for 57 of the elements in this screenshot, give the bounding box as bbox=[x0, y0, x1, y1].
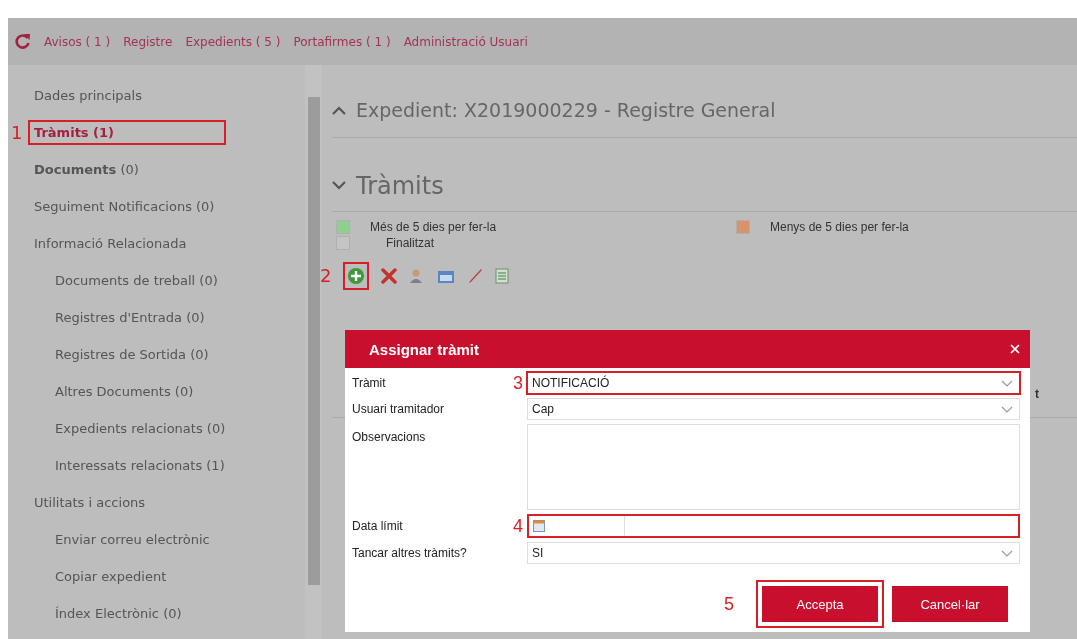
date-field[interactable] bbox=[527, 514, 1020, 538]
sidebar-item[interactable]: Altres Documents (0) bbox=[55, 384, 194, 399]
column-header: t bbox=[1035, 387, 1039, 401]
legend-label: Menys de 5 dies per fer-la bbox=[770, 220, 909, 234]
list-icon[interactable] bbox=[495, 268, 510, 284]
dialog-button[interactable]: Cancel·lar bbox=[892, 586, 1008, 622]
step-number: 2 bbox=[320, 267, 332, 285]
sidebar-item[interactable]: Enviar correu electrònic bbox=[55, 532, 210, 547]
collapse-icon[interactable] bbox=[332, 105, 346, 115]
refresh-icon[interactable] bbox=[14, 33, 31, 50]
step-number: 3 bbox=[512, 374, 524, 392]
sidebar-item[interactable]: Registres d'Entrada (0) bbox=[55, 310, 205, 325]
delete-icon[interactable] bbox=[381, 268, 398, 284]
nav-link[interactable]: Registre bbox=[123, 34, 173, 49]
sidebar-item[interactable]: Tràmits (1) bbox=[34, 125, 115, 140]
select-field[interactable]: SI bbox=[527, 542, 1020, 564]
dialog-button[interactable]: Accepta bbox=[762, 586, 878, 622]
chevron-down-icon bbox=[1001, 405, 1013, 413]
step-number: 4 bbox=[512, 517, 524, 535]
field-label: Tràmit bbox=[352, 376, 387, 390]
legend-label: Finalitzat bbox=[386, 236, 435, 250]
field-label: Data límit bbox=[352, 519, 404, 533]
sidebar-item[interactable]: Documents (0) bbox=[34, 162, 139, 177]
dialog-title: Assignar tràmit bbox=[369, 340, 480, 358]
field-label: Observacions bbox=[352, 429, 427, 444]
nav-link[interactable]: Avisos ( 1 ) bbox=[44, 34, 111, 49]
sidebar-item[interactable]: Índex Electrònic (0) bbox=[55, 606, 182, 621]
field-label: Tancar altres tràmits? bbox=[352, 546, 468, 560]
legend-label: Més de 5 dies per fer-la bbox=[370, 220, 497, 234]
sidebar-item[interactable]: Utilitats i accions bbox=[34, 495, 146, 510]
chevron-down-icon bbox=[1001, 549, 1013, 557]
nav-link[interactable]: Administració Usuari bbox=[403, 34, 528, 49]
add-icon[interactable] bbox=[347, 267, 366, 285]
sidebar-item[interactable]: Copiar expedient bbox=[55, 569, 167, 584]
expand-icon[interactable] bbox=[332, 181, 346, 190]
expedient-title: Expedient: X2019000229 - Registre General bbox=[356, 99, 776, 121]
sidebar-item[interactable]: Informació Relacionada bbox=[34, 236, 187, 251]
nav-link[interactable]: Expedients ( 5 ) bbox=[185, 34, 281, 49]
chevron-down-icon bbox=[1001, 379, 1013, 387]
sidebar-item[interactable]: Dades principals bbox=[34, 88, 142, 103]
sidebar-item[interactable]: Expedients relacionats (0) bbox=[55, 421, 226, 436]
step-number: 5 bbox=[724, 595, 734, 613]
calendar-icon[interactable] bbox=[533, 520, 545, 532]
field-label: Usuari tramitador bbox=[352, 402, 446, 416]
sidebar-item[interactable]: Registres de Sortida (0) bbox=[55, 347, 209, 362]
pen-icon[interactable] bbox=[467, 268, 484, 284]
sidebar-item[interactable]: Documents de treball (0) bbox=[55, 273, 218, 288]
sidebar-item[interactable]: Interessats relacionats (1) bbox=[55, 458, 225, 473]
nav-link[interactable]: Portafirmes ( 1 ) bbox=[293, 34, 391, 49]
sidebar-item[interactable]: Seguiment Notificacions (0) bbox=[34, 199, 215, 214]
close-icon[interactable] bbox=[1010, 344, 1020, 354]
select-field[interactable]: Cap bbox=[527, 398, 1020, 420]
section-title: Tràmits bbox=[356, 171, 444, 200]
scrollbar[interactable] bbox=[305, 65, 322, 639]
calendar-icon[interactable] bbox=[437, 268, 456, 284]
step-number: 1 bbox=[11, 123, 23, 142]
select-field[interactable]: NOTIFICACIÓ bbox=[527, 372, 1020, 394]
